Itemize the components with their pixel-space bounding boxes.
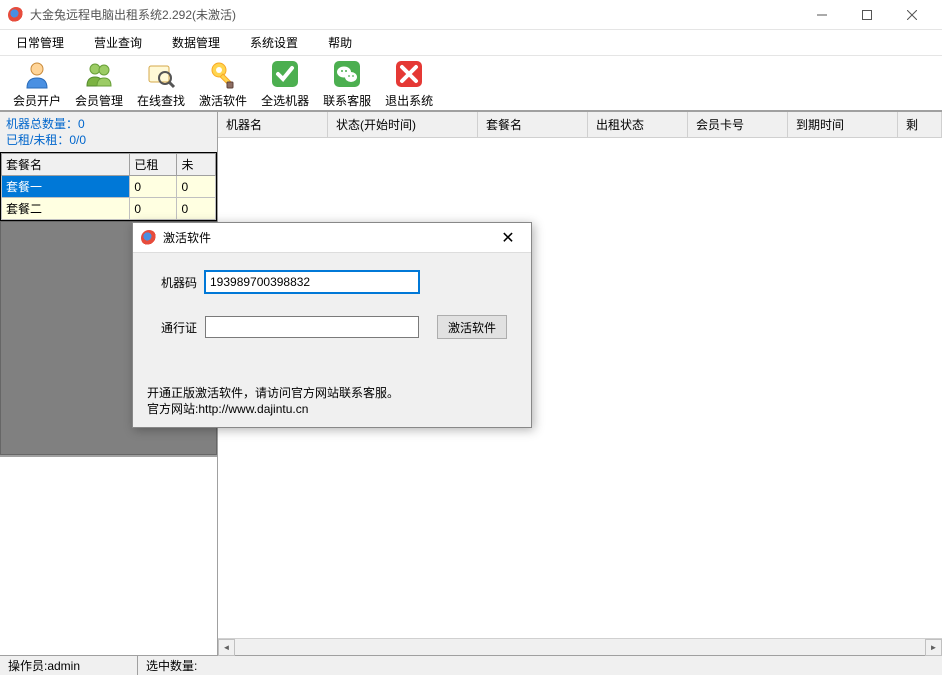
dialog-app-icon xyxy=(141,230,157,246)
passport-label: 通行证 xyxy=(153,319,197,336)
menu-data[interactable]: 数据管理 xyxy=(166,31,226,54)
toolbar-select-all[interactable]: 全选机器 xyxy=(254,55,316,112)
dialog-close-button[interactable]: ✕ xyxy=(493,228,523,248)
status-operator: 操作员:admin xyxy=(0,656,138,675)
col-package[interactable]: 套餐名 xyxy=(478,112,588,137)
dialog-footer: 开通正版激活软件，请访问官方网站联系客服。 官方网站:http://www.da… xyxy=(133,381,531,427)
toolbar-online-search[interactable]: 在线查找 xyxy=(130,55,192,112)
stat-rented: 已租/未租：0/0 xyxy=(6,132,211,148)
sidebar-stats: 机器总数量：0 已租/未租：0/0 xyxy=(0,112,217,152)
toolbar: 会员开户 会员管理 在线查找 激活软件 全选机器 联系客服 退出系统 xyxy=(0,56,942,112)
title-bar: 大金兔远程电脑出租系统2.292(未激活) xyxy=(0,0,942,30)
toolbar-member-register[interactable]: 会员开户 xyxy=(6,55,68,112)
official-site-link[interactable]: http://www.dajintu.cn xyxy=(198,402,308,416)
menu-daily[interactable]: 日常管理 xyxy=(10,31,70,54)
footer-text1: 开通正版激活软件，请访问官方网站联系客服。 xyxy=(147,385,517,401)
key-icon xyxy=(207,58,239,90)
dialog-title-bar[interactable]: 激活软件 ✕ xyxy=(133,223,531,253)
sidebar-bottom-panel xyxy=(0,455,217,655)
app-icon xyxy=(8,7,24,23)
scroll-left-icon[interactable]: ◄ xyxy=(218,639,235,656)
stat-total: 机器总数量：0 xyxy=(6,116,211,132)
check-icon xyxy=(269,58,301,90)
activate-dialog: 激活软件 ✕ 机器码 通行证 激活软件 开通正版激活软件，请访问官方网站联系客服… xyxy=(132,222,532,428)
col-status[interactable]: 状态(开始时间) xyxy=(328,112,478,137)
window-controls xyxy=(799,1,934,29)
col-expire[interactable]: 到期时间 xyxy=(788,112,898,137)
machine-code-input[interactable] xyxy=(205,271,419,293)
minimize-button[interactable] xyxy=(799,1,844,29)
main-table-header: 机器名 状态(开始时间) 套餐名 出租状态 会员卡号 到期时间 剩 xyxy=(218,112,942,138)
search-icon xyxy=(145,58,177,90)
pkg-header-name[interactable]: 套餐名 xyxy=(2,154,130,176)
status-selected: 选中数量: xyxy=(138,656,942,675)
wechat-icon xyxy=(331,58,363,90)
menu-business[interactable]: 营业查询 xyxy=(88,31,148,54)
col-remain[interactable]: 剩 xyxy=(898,112,942,137)
toolbar-contact[interactable]: 联系客服 xyxy=(316,55,378,112)
scroll-right-icon[interactable]: ► xyxy=(925,639,942,656)
package-table[interactable]: 套餐名 已租 未 套餐一 0 0 套餐二 0 0 xyxy=(0,152,217,221)
user-add-icon xyxy=(21,58,53,90)
dialog-body: 机器码 通行证 激活软件 xyxy=(133,253,531,381)
toolbar-exit[interactable]: 退出系统 xyxy=(378,55,440,112)
table-row[interactable]: 套餐二 0 0 xyxy=(2,198,216,220)
window-title: 大金兔远程电脑出租系统2.292(未激活) xyxy=(30,6,799,23)
status-bar: 操作员:admin 选中数量: xyxy=(0,655,942,675)
col-machine[interactable]: 机器名 xyxy=(218,112,328,137)
exit-icon xyxy=(393,58,425,90)
menu-system[interactable]: 系统设置 xyxy=(244,31,304,54)
machine-code-label: 机器码 xyxy=(153,274,197,291)
footer-text2: 官方网站:http://www.dajintu.cn xyxy=(147,401,517,417)
col-card[interactable]: 会员卡号 xyxy=(688,112,788,137)
menu-bar: 日常管理 营业查询 数据管理 系统设置 帮助 xyxy=(0,30,942,56)
dialog-title: 激活软件 xyxy=(163,229,493,246)
maximize-button[interactable] xyxy=(844,1,889,29)
horizontal-scrollbar[interactable]: ◄ ► xyxy=(218,638,942,655)
col-rent-status[interactable]: 出租状态 xyxy=(588,112,688,137)
menu-help[interactable]: 帮助 xyxy=(322,31,358,54)
toolbar-member-manage[interactable]: 会员管理 xyxy=(68,55,130,112)
close-button[interactable] xyxy=(889,1,934,29)
user-group-icon xyxy=(83,58,115,90)
pkg-header-rented[interactable]: 已租 xyxy=(130,154,177,176)
pkg-header-free[interactable]: 未 xyxy=(177,154,216,176)
activate-button[interactable]: 激活软件 xyxy=(437,315,507,339)
toolbar-activate[interactable]: 激活软件 xyxy=(192,55,254,112)
passport-input[interactable] xyxy=(205,316,419,338)
table-row[interactable]: 套餐一 0 0 xyxy=(2,176,216,198)
